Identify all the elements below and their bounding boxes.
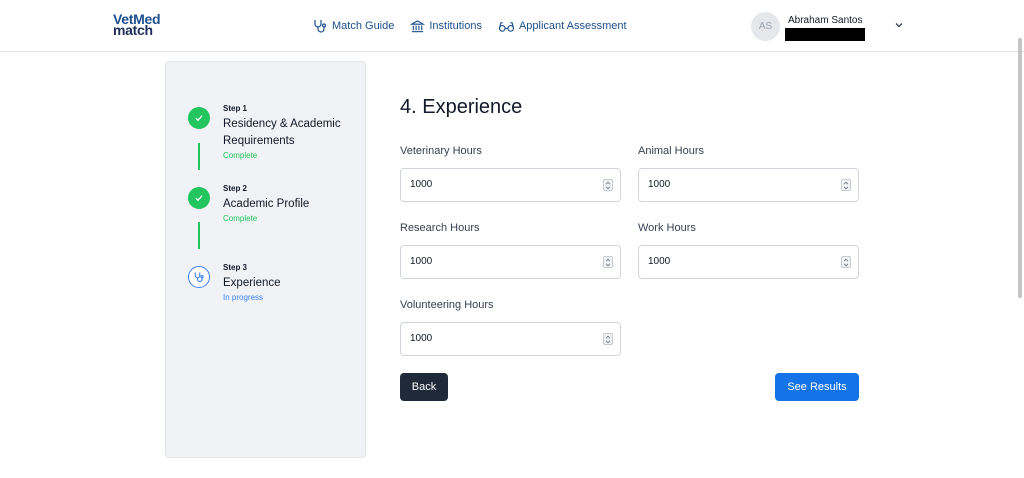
step-connector-2	[198, 222, 200, 249]
research-hours-field[interactable]	[400, 245, 621, 279]
main-nav: Match Guide Institutions Applicant Asses…	[312, 18, 643, 34]
veterinary-hours-spinner[interactable]	[603, 179, 613, 191]
veterinary-hours-input[interactable]	[410, 179, 590, 190]
step-2-number: Step 2	[223, 184, 248, 193]
nav-match-guide-label: Match Guide	[332, 20, 395, 32]
user-menu[interactable]: AS Abraham Santos	[751, 12, 911, 42]
nav-institutions[interactable]: Institutions	[410, 19, 482, 34]
volunteering-hours-field[interactable]	[400, 322, 621, 356]
glasses-icon	[498, 21, 515, 32]
step-1-status: Complete	[223, 151, 258, 160]
nav-applicant-assessment[interactable]: Applicant Assessment	[498, 19, 627, 34]
volunteering-hours-label: Volunteering Hours	[400, 299, 494, 311]
volunteering-hours-spinner[interactable]	[603, 333, 613, 345]
spinner-arrows-icon	[605, 181, 611, 189]
work-hours-spinner[interactable]	[841, 256, 851, 268]
step-2-status: Complete	[223, 214, 258, 223]
work-hours-field[interactable]	[638, 245, 859, 279]
step-1-check-icon	[188, 107, 210, 129]
spinner-arrows-icon	[843, 258, 849, 266]
avatar: AS	[751, 12, 780, 41]
spinner-arrows-icon	[605, 335, 611, 343]
work-hours-label: Work Hours	[638, 222, 696, 234]
research-hours-spinner[interactable]	[603, 256, 613, 268]
vetmed-match-logo[interactable]: VetMed match	[113, 12, 161, 37]
step-1-number: Step 1	[223, 104, 248, 113]
spinner-arrows-icon	[843, 181, 849, 189]
step-3-text: Step 3 Experience In progress	[223, 263, 363, 302]
nav-match-guide[interactable]: Match Guide	[312, 18, 394, 34]
work-hours-input[interactable]	[648, 256, 828, 267]
chevron-down-icon[interactable]	[894, 20, 904, 30]
step-2-title: Academic Profile	[223, 198, 310, 210]
volunteering-hours-input[interactable]	[410, 333, 590, 344]
nav-applicant-assessment-label: Applicant Assessment	[518, 20, 627, 32]
progress-sidebar: Step 1 Residency & Academic Requirements…	[165, 61, 366, 458]
animal-hours-field[interactable]	[638, 168, 859, 202]
step-2-text: Step 2 Academic Profile Complete	[223, 184, 363, 223]
step-connector-1	[198, 143, 200, 170]
institution-icon	[410, 19, 426, 32]
spinner-arrows-icon	[605, 258, 611, 266]
top-header: VetMed match Match Guide Institutions Ap…	[0, 0, 1024, 52]
stethoscope-icon	[314, 20, 327, 33]
animal-hours-spinner[interactable]	[841, 179, 851, 191]
page-title: 4. Experience	[400, 96, 523, 118]
step-3-status: In progress	[223, 293, 264, 302]
animal-hours-label: Animal Hours	[638, 145, 705, 157]
redacted-email-block	[785, 28, 865, 41]
step-3-stethoscope-icon	[188, 266, 210, 288]
step-2-check-icon	[188, 187, 210, 209]
user-name: Abraham Santos	[788, 15, 863, 26]
step-1-text: Step 1 Residency & Academic Requirements…	[223, 104, 363, 160]
see-results-button[interactable]: See Results	[775, 373, 859, 401]
research-hours-label: Research Hours	[400, 222, 480, 234]
page-scrollbar[interactable]	[1018, 38, 1022, 298]
step-3-title: Experience	[223, 277, 281, 289]
step-3-number: Step 3	[223, 263, 248, 272]
research-hours-input[interactable]	[410, 256, 590, 267]
veterinary-hours-label: Veterinary Hours	[400, 145, 482, 157]
veterinary-hours-field[interactable]	[400, 168, 621, 202]
back-button[interactable]: Back	[400, 373, 448, 401]
nav-institutions-label: Institutions	[429, 20, 482, 32]
step-1-title: Residency & Academic Requirements	[223, 118, 341, 147]
animal-hours-input[interactable]	[648, 179, 828, 190]
